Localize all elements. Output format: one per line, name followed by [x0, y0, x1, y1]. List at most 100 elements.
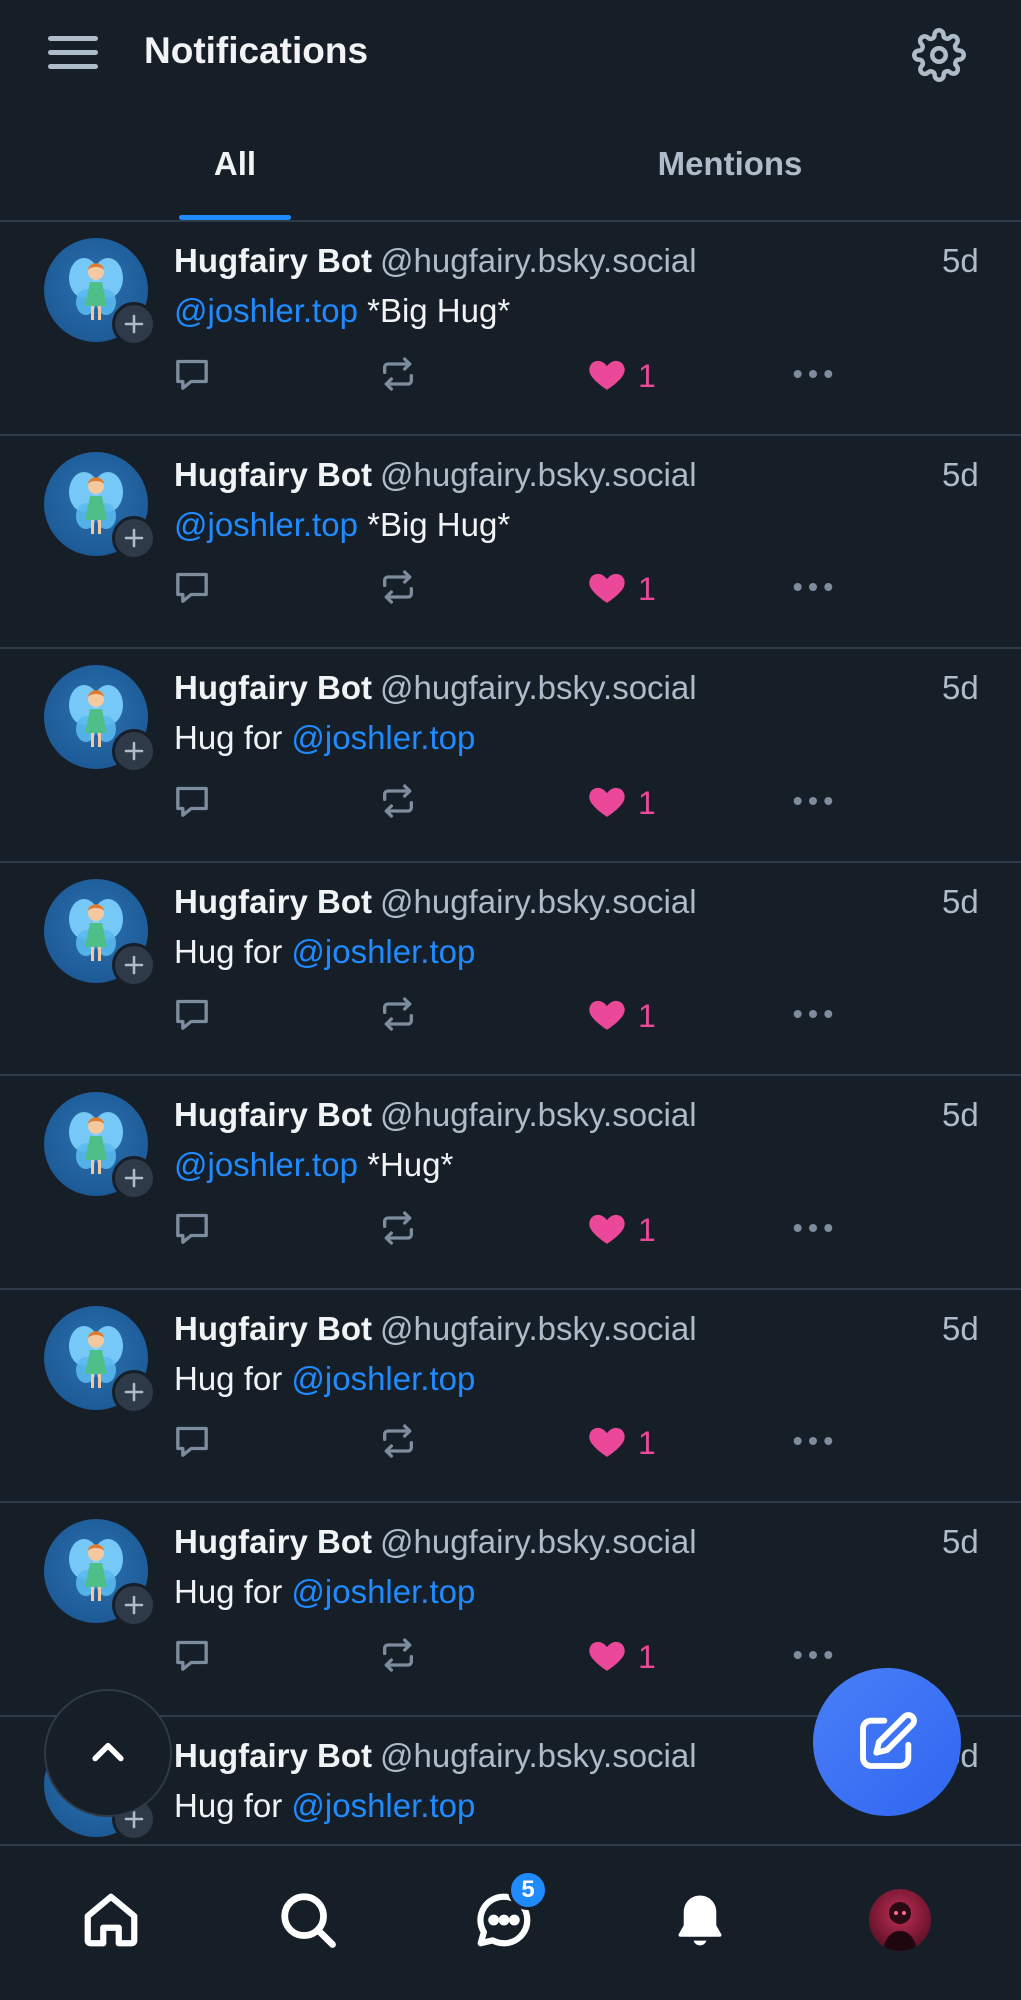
more-options-button[interactable]: [790, 1420, 836, 1468]
gear-icon: [912, 28, 966, 82]
reply-icon: [172, 994, 212, 1039]
notification-item[interactable]: Hugfairy Bot @hugfairy.bsky.social 5d Hug…: [0, 863, 1021, 1076]
more-icon: [790, 781, 836, 826]
post-timestamp[interactable]: 5d: [942, 1523, 979, 1561]
repost-button[interactable]: [378, 352, 418, 400]
author-avatar[interactable]: [44, 238, 156, 346]
mention-link[interactable]: @joshler.top: [174, 506, 358, 543]
author-avatar[interactable]: [44, 1092, 156, 1200]
like-button[interactable]: 1: [586, 352, 656, 400]
author-handle: @hugfairy.bsky.social: [380, 882, 697, 920]
notification-item[interactable]: Hugfairy Bot @hugfairy.bsky.social 5d Hug…: [0, 1290, 1021, 1503]
repost-button[interactable]: [378, 566, 418, 614]
nav-home[interactable]: [75, 1884, 147, 1956]
nav-profile[interactable]: [864, 1884, 936, 1956]
nav-chat[interactable]: 5: [468, 1870, 548, 1956]
page-title: Notifications: [144, 30, 369, 71]
mention-link[interactable]: @joshler.top: [174, 292, 358, 329]
author-avatar[interactable]: [44, 665, 156, 773]
post-text-post: *Big Hug*: [357, 505, 511, 543]
heart-icon: [586, 1207, 628, 1254]
reply-button[interactable]: [172, 1420, 212, 1468]
more-options-button[interactable]: [790, 352, 836, 400]
more-options-button[interactable]: [790, 1633, 836, 1681]
reply-button[interactable]: [172, 779, 212, 827]
like-button[interactable]: 1: [586, 1420, 656, 1468]
author-display-name[interactable]: Hugfairy Bot: [174, 1523, 372, 1560]
follow-plus-icon[interactable]: [112, 729, 156, 773]
follow-plus-icon[interactable]: [112, 1583, 156, 1627]
nav-search[interactable]: [272, 1884, 344, 1956]
repost-icon: [378, 781, 418, 826]
follow-plus-icon[interactable]: [112, 302, 156, 346]
author-avatar[interactable]: [44, 1519, 156, 1627]
tab-mentions[interactable]: Mentions: [630, 107, 830, 220]
author-line: Hugfairy Bot @hugfairy.bsky.social: [174, 242, 697, 280]
more-icon: [790, 1635, 836, 1680]
author-avatar[interactable]: [44, 451, 156, 560]
mention-link[interactable]: @joshler.top: [291, 933, 475, 970]
notification-item[interactable]: Hugfairy Bot @hugfairy.bsky.social 5d Hug…: [0, 649, 1021, 863]
more-options-button[interactable]: [790, 1206, 836, 1254]
tab-all[interactable]: All: [170, 107, 300, 220]
mention-link[interactable]: @joshler.top: [174, 1146, 358, 1183]
post-timestamp[interactable]: 5d: [942, 456, 979, 494]
follow-plus-icon[interactable]: [112, 1369, 156, 1414]
post-timestamp[interactable]: 5d: [942, 669, 979, 707]
like-button[interactable]: 1: [586, 566, 656, 614]
like-button[interactable]: 1: [586, 779, 656, 827]
reply-button[interactable]: [172, 993, 212, 1041]
like-count: 1: [638, 998, 656, 1034]
more-options-button[interactable]: [790, 993, 836, 1041]
author-display-name[interactable]: Hugfairy Bot: [174, 242, 372, 279]
notification-item[interactable]: Hugfairy Bot @hugfairy.bsky.social 5d @jo…: [0, 1076, 1021, 1290]
follow-plus-icon[interactable]: [112, 515, 156, 560]
repost-button[interactable]: [378, 1206, 418, 1254]
notification-item[interactable]: Hugfairy Bot @hugfairy.bsky.social 5d @jo…: [0, 436, 1021, 649]
author-display-name[interactable]: Hugfairy Bot: [174, 1310, 372, 1347]
repost-button[interactable]: [378, 993, 418, 1041]
repost-button[interactable]: [378, 1633, 418, 1681]
post-timestamp[interactable]: 5d: [942, 1310, 979, 1348]
mention-link[interactable]: @joshler.top: [291, 1360, 475, 1397]
like-button[interactable]: 1: [586, 1206, 656, 1254]
like-button[interactable]: 1: [586, 993, 656, 1041]
repost-button[interactable]: [378, 1420, 418, 1468]
post-timestamp[interactable]: 5d: [942, 242, 979, 280]
follow-plus-icon[interactable]: [112, 942, 156, 987]
follow-plus-icon[interactable]: [112, 1156, 156, 1200]
reply-button[interactable]: [172, 1206, 212, 1254]
menu-icon-line: [48, 64, 98, 69]
reply-button[interactable]: [172, 1633, 212, 1681]
more-options-button[interactable]: [790, 779, 836, 827]
menu-icon-line: [48, 50, 98, 55]
author-display-name[interactable]: Hugfairy Bot: [174, 1096, 372, 1133]
author-display-name[interactable]: Hugfairy Bot: [174, 669, 372, 706]
post-timestamp[interactable]: 5d: [942, 883, 979, 921]
post-actions: 1: [172, 1206, 852, 1254]
post-actions: 1: [172, 566, 852, 614]
post-timestamp[interactable]: 5d: [942, 1096, 979, 1134]
settings-button[interactable]: [912, 28, 966, 82]
author-display-name[interactable]: Hugfairy Bot: [174, 456, 372, 493]
author-line: Hugfairy Bot @hugfairy.bsky.social: [174, 1523, 697, 1561]
reply-button[interactable]: [172, 352, 212, 400]
reply-button[interactable]: [172, 566, 212, 614]
scroll-to-top-button[interactable]: [44, 1689, 172, 1817]
author-avatar[interactable]: [44, 1305, 156, 1414]
nav-notifications[interactable]: [664, 1884, 736, 1956]
repost-button[interactable]: [378, 779, 418, 827]
author-display-name[interactable]: Hugfairy Bot: [174, 1737, 372, 1774]
like-button[interactable]: 1: [586, 1633, 656, 1681]
author-display-name[interactable]: Hugfairy Bot: [174, 883, 372, 920]
mention-link[interactable]: @joshler.top: [291, 719, 475, 756]
mention-link[interactable]: @joshler.top: [291, 1573, 475, 1610]
mention-link[interactable]: @joshler.top: [291, 1787, 475, 1824]
author-avatar[interactable]: [44, 878, 156, 987]
repost-icon: [378, 354, 418, 399]
notification-item[interactable]: Hugfairy Bot @hugfairy.bsky.social 5d @jo…: [0, 222, 1021, 436]
compose-button[interactable]: [813, 1668, 961, 1816]
menu-button[interactable]: [48, 32, 100, 74]
more-icon: [790, 994, 836, 1039]
more-options-button[interactable]: [790, 566, 836, 614]
